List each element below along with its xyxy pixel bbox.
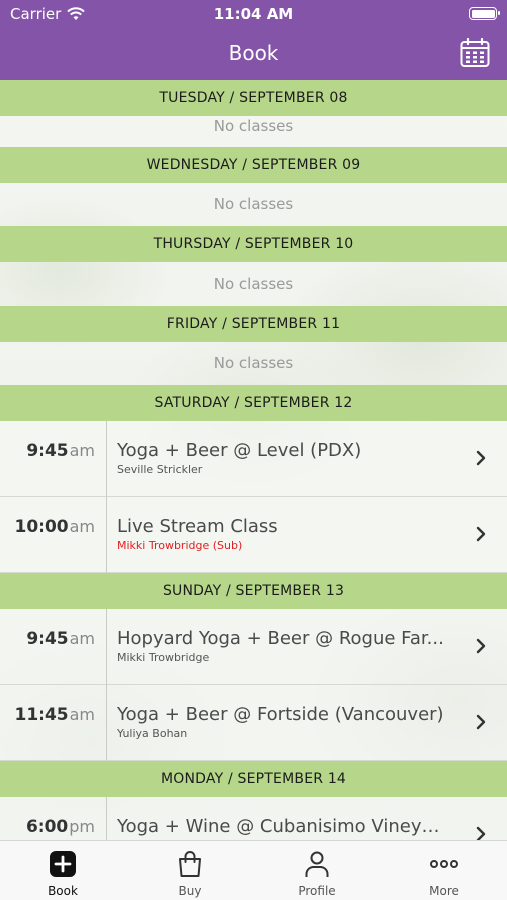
class-time: 10:00am [14,517,95,537]
ellipsis-icon [430,860,458,868]
class-time: 9:45am [26,629,95,649]
tab-book[interactable]: Book [0,841,126,900]
tab-buy[interactable]: Buy [127,841,253,900]
class-name: Yoga + Wine @ Cubanisimo Vineya... [117,816,447,837]
class-row[interactable]: 6:00pm Yoga + Wine @ Cubanisimo Vineya..… [0,797,507,840]
shopping-bag-icon [179,851,201,877]
no-classes-label: No classes [0,116,507,148]
chevron-right-icon [476,450,486,466]
no-classes-label: No classes [0,342,507,385]
day-header: MONDAY / SEPTEMBER 14 [0,761,507,797]
day-header: WEDNESDAY / SEPTEMBER 09 [0,147,507,183]
day-header: SUNDAY / SEPTEMBER 13 [0,573,507,609]
teacher-name: Seville Strickler [117,463,203,476]
class-row[interactable]: 10:00am Live Stream Class Mikki Trowbrid… [0,497,507,573]
tab-profile[interactable]: Profile [254,841,380,900]
tab-bar: Book Buy Profile More [0,840,507,900]
page-title: Book [228,41,279,65]
clock: 11:04 AM [213,5,294,23]
time-column: 10:00am [0,497,107,573]
calendar-icon[interactable] [459,37,491,69]
teacher-name: Yuliya Bohan [117,727,188,740]
class-row[interactable]: 11:45am Yoga + Beer @ Fortside (Vancouve… [0,685,507,761]
time-column: 9:45am [0,609,107,685]
chevron-right-icon [476,638,486,654]
class-row[interactable]: 9:45am Hopyard Yoga + Beer @ Rogue Far..… [0,609,507,685]
class-time: 11:45am [14,705,95,725]
class-name: Yoga + Beer @ Fortside (Vancouver) [117,704,444,725]
class-name: Hopyard Yoga + Beer @ Rogue Far... [117,628,444,649]
tab-label: More [429,884,459,898]
schedule-list[interactable]: TUESDAY / SEPTEMBER 08 No classes WEDNES… [0,80,507,840]
class-time: 9:45am [26,441,95,461]
no-classes-label: No classes [0,262,507,306]
plus-square-icon [50,851,76,877]
class-row[interactable]: 9:45am Yoga + Beer @ Level (PDX) Seville… [0,421,507,497]
nav-bar: Book [0,28,507,80]
class-time: 6:00pm [25,817,95,837]
time-column: 6:00pm [0,797,107,840]
time-column: 9:45am [0,421,107,497]
day-header: SATURDAY / SEPTEMBER 12 [0,385,507,421]
substitute-teacher-name: Mikki Trowbridge (Sub) [117,539,243,552]
battery-icon [469,7,500,20]
class-name: Yoga + Beer @ Level (PDX) [117,440,362,461]
day-header: FRIDAY / SEPTEMBER 11 [0,306,507,342]
chevron-right-icon [476,714,486,730]
time-column: 11:45am [0,685,107,761]
tab-label: Profile [298,884,336,898]
chevron-right-icon [476,526,486,542]
teacher-name: Mikki Trowbridge [117,651,210,664]
class-name: Live Stream Class [117,516,278,537]
person-icon [305,851,329,877]
status-bar: Carrier 11:04 AM [0,0,507,28]
tab-more[interactable]: More [381,841,507,900]
tab-label: Book [48,884,78,898]
no-classes-label: No classes [0,183,507,226]
day-header: TUESDAY / SEPTEMBER 08 [0,80,507,116]
tab-label: Buy [178,884,202,898]
chevron-right-icon [476,826,486,840]
day-header: THURSDAY / SEPTEMBER 10 [0,226,507,262]
